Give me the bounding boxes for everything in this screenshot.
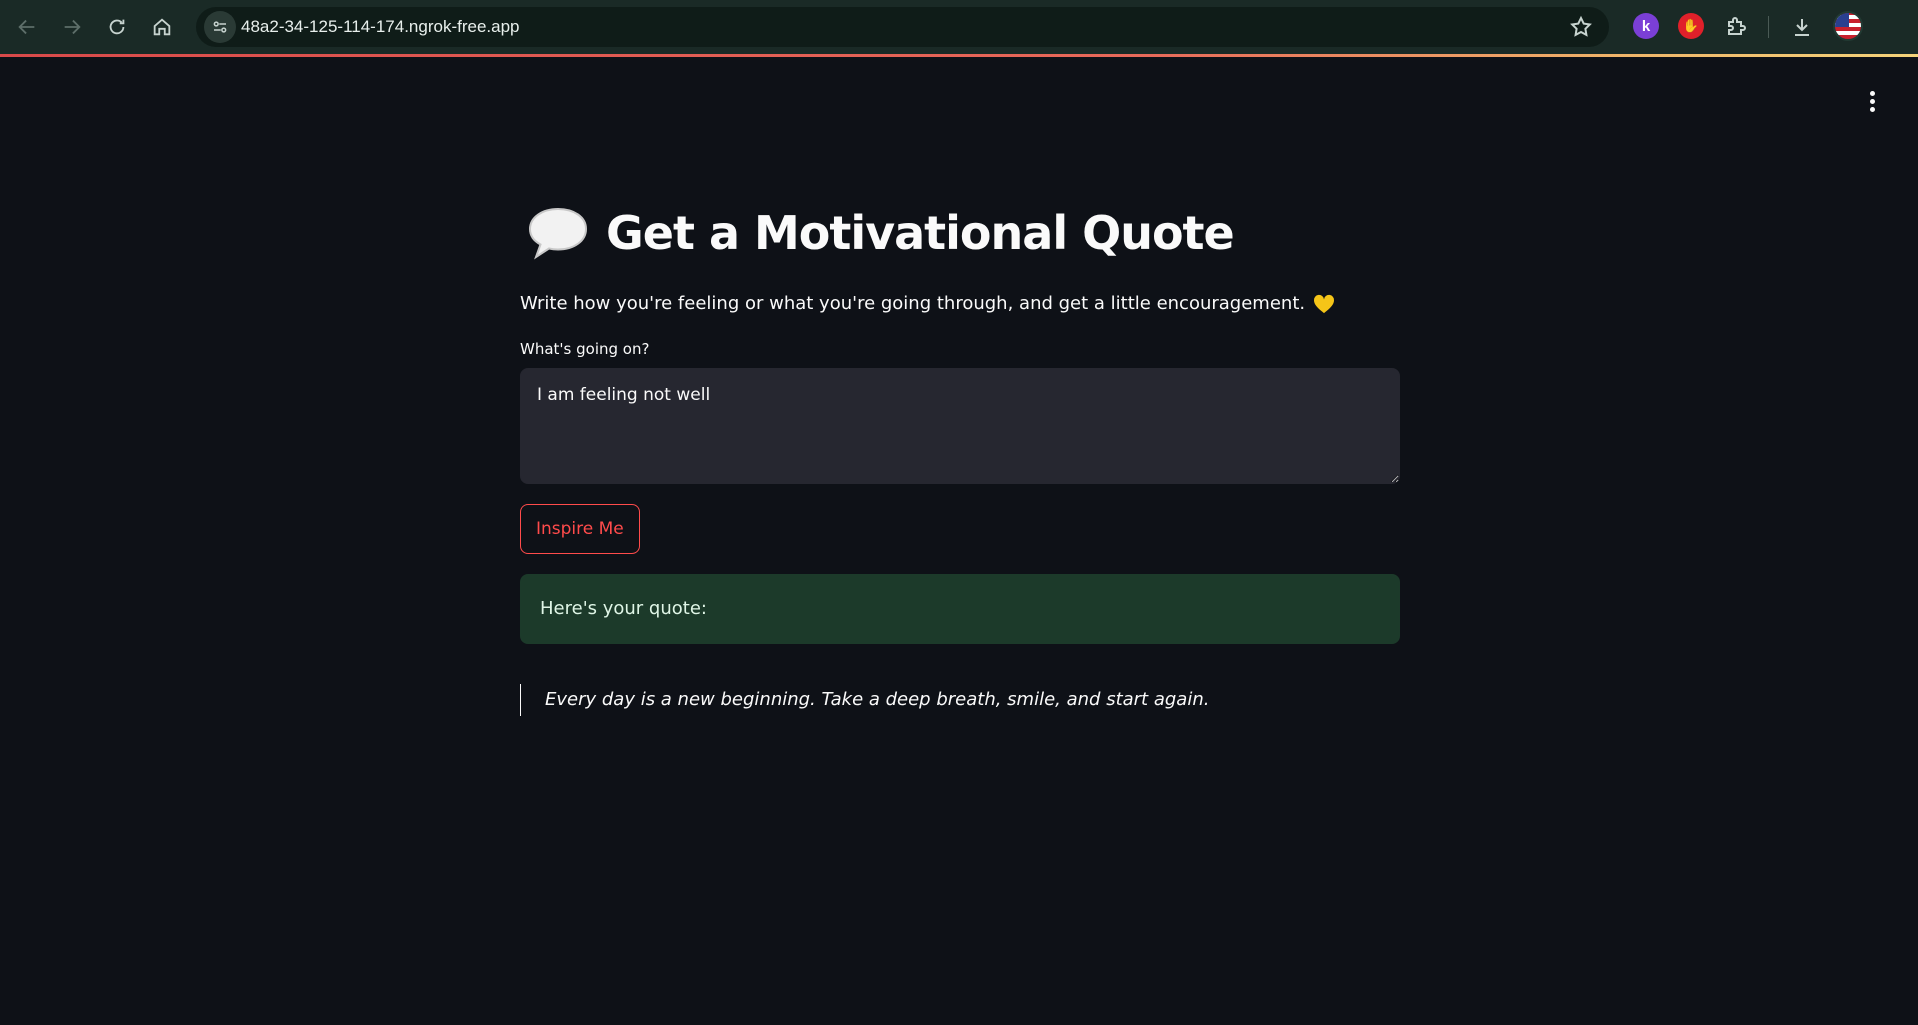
bookmark-star-icon[interactable] [1569,15,1593,39]
profile-avatar[interactable] [1833,11,1863,41]
url-text[interactable]: 48a2-34-125-114-174.ngrok-free.app [241,7,520,47]
download-icon[interactable] [1787,12,1817,42]
speech-bubble-icon [528,207,588,260]
success-alert: Here's your quote: [520,574,1400,644]
puzzle-icon[interactable] [1723,13,1749,39]
forward-icon[interactable] [55,10,89,44]
back-icon[interactable] [10,10,44,44]
app-menu-icon[interactable] [1862,86,1882,116]
reload-icon[interactable] [100,10,134,44]
title-row: Get a Motivational Quote [520,195,1400,271]
page-title: Get a Motivational Quote [606,206,1235,260]
extension-k-icon[interactable]: k [1633,13,1659,39]
browser-toolbar: 48a2-34-125-114-174.ngrok-free.app k ✋ [0,0,1918,54]
loading-stripe [0,54,1918,57]
page-subtitle: Write how you're feeling or what you're … [520,293,1400,314]
address-bar[interactable]: 48a2-34-125-114-174.ngrok-free.app [196,7,1609,47]
home-icon[interactable] [145,10,179,44]
extension-stop-icon[interactable]: ✋ [1678,13,1704,39]
quote-blockquote: Every day is a new beginning. Take a dee… [520,684,1400,716]
inspire-me-button[interactable]: Inspire Me [520,504,640,554]
toolbar-divider [1768,16,1769,38]
subtitle-text: Write how you're feeling or what you're … [520,293,1306,314]
input-label: What's going on? [520,340,650,358]
main-content: Get a Motivational Quote Write how you'r… [520,195,1400,716]
site-info-icon[interactable] [204,11,236,43]
feeling-textarea[interactable]: I am feeling not well [520,368,1400,484]
yellow-heart-icon [1314,294,1335,313]
